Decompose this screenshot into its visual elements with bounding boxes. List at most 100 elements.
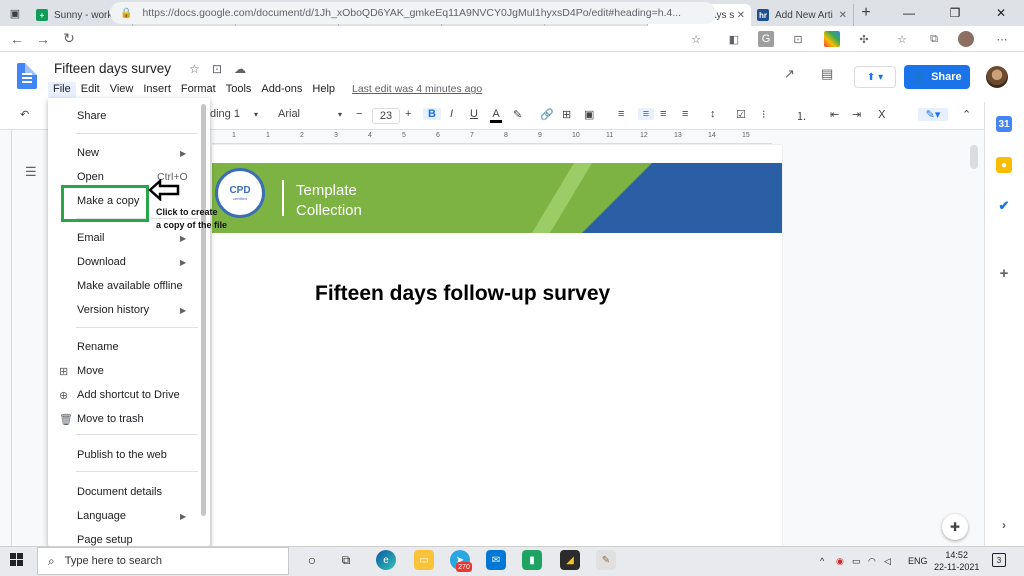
color-extension-icon[interactable] [824,31,840,47]
chevron-down-icon[interactable]: ▾ [254,110,258,119]
star-bookmark-icon[interactable]: ☆ [688,31,704,47]
edge-browser-icon[interactable]: e [376,550,396,570]
tray-expand-icon[interactable]: ^ [820,556,824,566]
present-meet-button[interactable]: ⬆ ▾ [854,66,896,88]
reload-icon[interactable]: ↻ [56,26,82,52]
insert-image-icon[interactable]: ▣ [584,108,594,121]
restore-button[interactable]: ❐ [932,0,978,26]
sticky-notes-icon[interactable]: ◢ [560,550,580,570]
line-spacing-icon[interactable]: ↕ [710,108,716,120]
close-tab-icon[interactable]: ✕ [737,10,745,21]
volume-icon[interactable]: ◁ [884,556,891,567]
file-menu-item-publish-to-the-web[interactable]: Publish to the web [48,444,210,466]
taskbar-clock[interactable]: 14:52 22-11-2021 [934,549,979,573]
bullet-list-icon[interactable]: ⁝ [762,108,766,121]
profile-avatar[interactable] [958,31,974,47]
activity-trend-icon[interactable]: ↗ [784,66,795,82]
windows-start-icon[interactable] [10,553,24,567]
file-menu-item-make-available-offline[interactable]: Make available offline [48,275,210,297]
file-menu-item-new[interactable]: New ▶ [48,142,210,164]
close-tab-icon[interactable]: ✕ [839,10,847,21]
reading-list-icon[interactable]: ☆ [894,31,910,47]
undo-icon[interactable]: ↶ [20,108,29,121]
add-addon-icon[interactable]: + [996,265,1012,282]
file-menu-item-add-shortcut-to-drive[interactable]: ⊕ Add shortcut to Drive [48,384,210,406]
keep-icon[interactable]: ● [996,157,1012,173]
puzzle-icon[interactable]: ✣ [856,31,872,47]
file-menu-item-move-to-trash[interactable]: 🗑 Move to trash [48,408,210,430]
notification-center-icon[interactable]: 3 [992,553,1006,567]
forward-icon[interactable]: → [30,26,56,52]
increase-font-button[interactable]: + [405,108,411,120]
highlight-pen-icon[interactable]: ✎ [513,108,522,121]
more-menu-icon[interactable]: ⋯ [994,31,1010,47]
antivirus-icon[interactable]: ◉ [836,556,844,567]
grammarly-icon[interactable]: G [758,31,774,47]
url-bar[interactable]: 🔒 https://docs.google.com/document/d/1Jh… [110,2,716,24]
align-right-icon[interactable]: ≡ [660,108,666,120]
tab-actions-icon[interactable]: ▣ [0,0,30,26]
menu-insert[interactable]: Insert [138,82,176,98]
paint-icon[interactable]: ✎ [596,550,616,570]
file-menu-item-move[interactable]: ⊞ Move [48,360,210,382]
link-icon[interactable]: 🔗 [540,108,554,121]
extension-icon[interactable]: ◧ [726,31,742,47]
italic-button[interactable]: I [450,108,453,120]
account-avatar[interactable] [986,66,1008,88]
wifi-icon[interactable]: ◠ [868,556,876,567]
battery-icon[interactable]: ▭ [852,556,861,567]
align-left-icon[interactable]: ≡ [618,108,624,120]
move-folder-icon[interactable]: ⊡ [212,62,222,76]
menu-file[interactable]: File [48,82,76,98]
document-outline-icon[interactable]: ☰ [25,164,37,180]
docs-logo-icon[interactable] [17,63,37,89]
share-button[interactable]: 👤 Share [904,65,970,89]
collections-icon[interactable]: ⧉ [926,31,942,47]
menu-add-ons[interactable]: Add-ons [256,82,307,98]
file-explorer-icon[interactable]: ▭ [414,550,434,570]
comment-history-icon[interactable]: ▤ [821,66,833,82]
language-indicator[interactable]: ENG [908,556,928,566]
increase-indent-icon[interactable]: ⇥ [852,108,861,121]
chevron-down-icon[interactable]: ▾ [338,110,342,119]
star-icon[interactable]: ☆ [189,62,200,76]
document-title[interactable]: Fifteen days survey [54,61,171,76]
bold-button[interactable]: B [423,108,441,120]
file-menu-item-document-details[interactable]: Document details [48,481,210,503]
menu-view[interactable]: View [105,82,139,98]
task-view-icon[interactable]: ⧉ [336,550,356,570]
editing-mode-icon[interactable]: ✎▾ [918,108,948,121]
justify-icon[interactable]: ≡ [682,108,688,120]
align-center-icon[interactable]: ≡ [638,108,654,120]
menu-format[interactable]: Format [176,82,221,98]
cloud-saved-icon[interactable]: ☁ [234,62,246,76]
menu-help[interactable]: Help [307,82,340,98]
file-menu-item-rename[interactable]: Rename [48,336,210,358]
underline-button[interactable]: U [470,108,478,120]
menu-edit[interactable]: Edit [76,82,105,98]
back-icon[interactable]: ← [4,26,30,52]
document-heading[interactable]: Fifteen days follow-up survey [315,282,610,306]
browser-tab[interactable]: hr Add New Arti ✕ [751,4,854,26]
file-menu-item-share[interactable]: Share [48,105,210,127]
style-select[interactable]: ding 1 [210,108,240,120]
explore-button[interactable]: ✚ [942,514,968,540]
collapse-toolbar-icon[interactable]: ⌃ [962,108,971,121]
menu-tools[interactable]: Tools [221,82,257,98]
decrease-font-button[interactable]: − [356,108,362,120]
calendar-icon[interactable]: 31 [996,116,1012,132]
new-tab-button[interactable]: + [854,4,878,22]
add-comment-icon[interactable]: ⊞ [562,108,571,121]
cortana-icon[interactable]: ○ [302,550,322,570]
chat-icon[interactable]: ▮ [522,550,542,570]
decrease-indent-icon[interactable]: ⇤ [830,108,839,121]
file-menu-item-download[interactable]: Download ▶ [48,251,210,273]
document-scrollbar[interactable] [970,145,978,169]
numbered-list-icon[interactable]: ⒈ [796,108,807,124]
checklist-icon[interactable]: ☑ [736,108,746,121]
minimize-button[interactable]: — [886,0,932,26]
extension-icon[interactable]: ⊡ [790,31,806,47]
tasks-icon[interactable]: ✔ [996,198,1012,214]
clear-format-icon[interactable]: Ⅹ [878,108,886,121]
expand-panel-icon[interactable]: › [996,517,1012,533]
